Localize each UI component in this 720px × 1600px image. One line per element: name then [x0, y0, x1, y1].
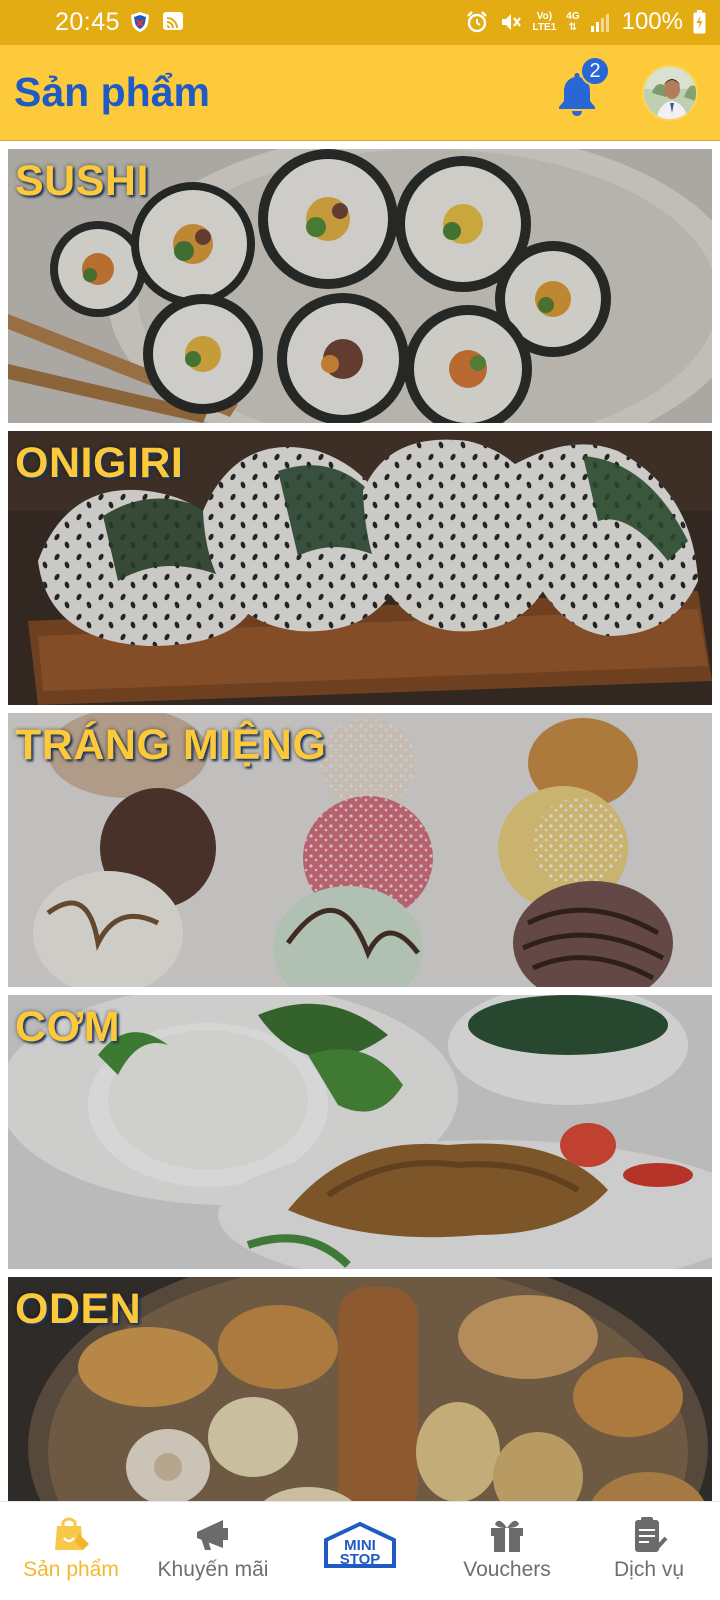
category-label-trang-mieng: TRÁNG MIỆNG: [15, 721, 327, 769]
category-label-com: CƠM: [15, 1003, 121, 1051]
nav-label-dich-vu: Dịch vụ: [613, 1558, 685, 1581]
network-type-label: 4G: [566, 11, 580, 22]
status-icons: Vo) LTE1 4G ⇅ 100%: [465, 7, 706, 37]
gift-icon: [487, 1514, 527, 1559]
ministop-logo-text-stop: STOP: [340, 1551, 381, 1568]
avatar[interactable]: [642, 65, 698, 121]
mute-icon: [499, 10, 523, 34]
battery-charging-icon: [693, 10, 706, 34]
megaphone-icon: [193, 1514, 233, 1559]
ministop-logo: MINI STOP: [320, 1520, 400, 1577]
shield-app-icon: [130, 11, 150, 38]
category-card-trang-mieng[interactable]: TRÁNG MIỆNG: [8, 713, 712, 987]
category-card-onigiri[interactable]: ONIGIRI: [8, 431, 712, 705]
nav-item-san-pham[interactable]: Sản phẩm: [0, 1502, 142, 1600]
status-time: 20:45: [55, 8, 121, 36]
cast-icon: [162, 11, 184, 36]
shopping-bag-icon: [51, 1514, 91, 1559]
nav-item-khuyen-mai[interactable]: Khuyến mãi: [142, 1502, 284, 1600]
alarm-icon: [465, 10, 489, 34]
lte-label: LTE1: [532, 22, 557, 33]
notification-badge: 2: [580, 56, 610, 86]
app-screen: 20:45 Vo) LTE1 4G ⇅ 100% Sản phẩm 2 SUSH…: [0, 0, 720, 1600]
app-header: Sản phẩm: [0, 45, 720, 141]
nav-label-khuyen-mai: Khuyến mãi: [157, 1558, 269, 1581]
page-title: Sản phẩm: [14, 69, 210, 115]
status-bar: 20:45 Vo) LTE1 4G ⇅ 100%: [0, 0, 720, 45]
category-card-com[interactable]: CƠM: [8, 995, 712, 1269]
category-card-oden[interactable]: ODEN: [8, 1277, 712, 1501]
nav-label-vouchers: Vouchers: [463, 1558, 551, 1581]
battery-level: 100%: [621, 8, 683, 35]
nav-label-san-pham: Sản phẩm: [23, 1558, 119, 1581]
category-list: SUSHI ONIGIRI TRÁNG MIỆNG CƠM ODEN: [0, 141, 720, 1501]
volte-label: Vo): [536, 11, 553, 22]
category-label-onigiri: ONIGIRI: [15, 439, 184, 487]
signal-icon: [590, 11, 612, 33]
nav-item-vouchers[interactable]: Vouchers: [436, 1502, 578, 1600]
category-label-oden: ODEN: [15, 1285, 142, 1333]
clipboard-check-icon: [629, 1514, 669, 1559]
volte-icon: Vo) LTE1: [533, 11, 557, 33]
nav-item-ministop[interactable]: MINI STOP: [284, 1502, 436, 1600]
bottom-nav: Sản phẩm Khuyến mãi MINI STOP Vouchers D…: [0, 1501, 720, 1600]
nav-item-dich-vu[interactable]: Dịch vụ: [578, 1502, 720, 1600]
category-card-sushi[interactable]: SUSHI: [8, 149, 712, 423]
network-type-icon: 4G ⇅: [566, 11, 579, 33]
category-label-sushi: SUSHI: [15, 157, 149, 205]
network-arrows-icon: ⇅: [568, 22, 578, 33]
